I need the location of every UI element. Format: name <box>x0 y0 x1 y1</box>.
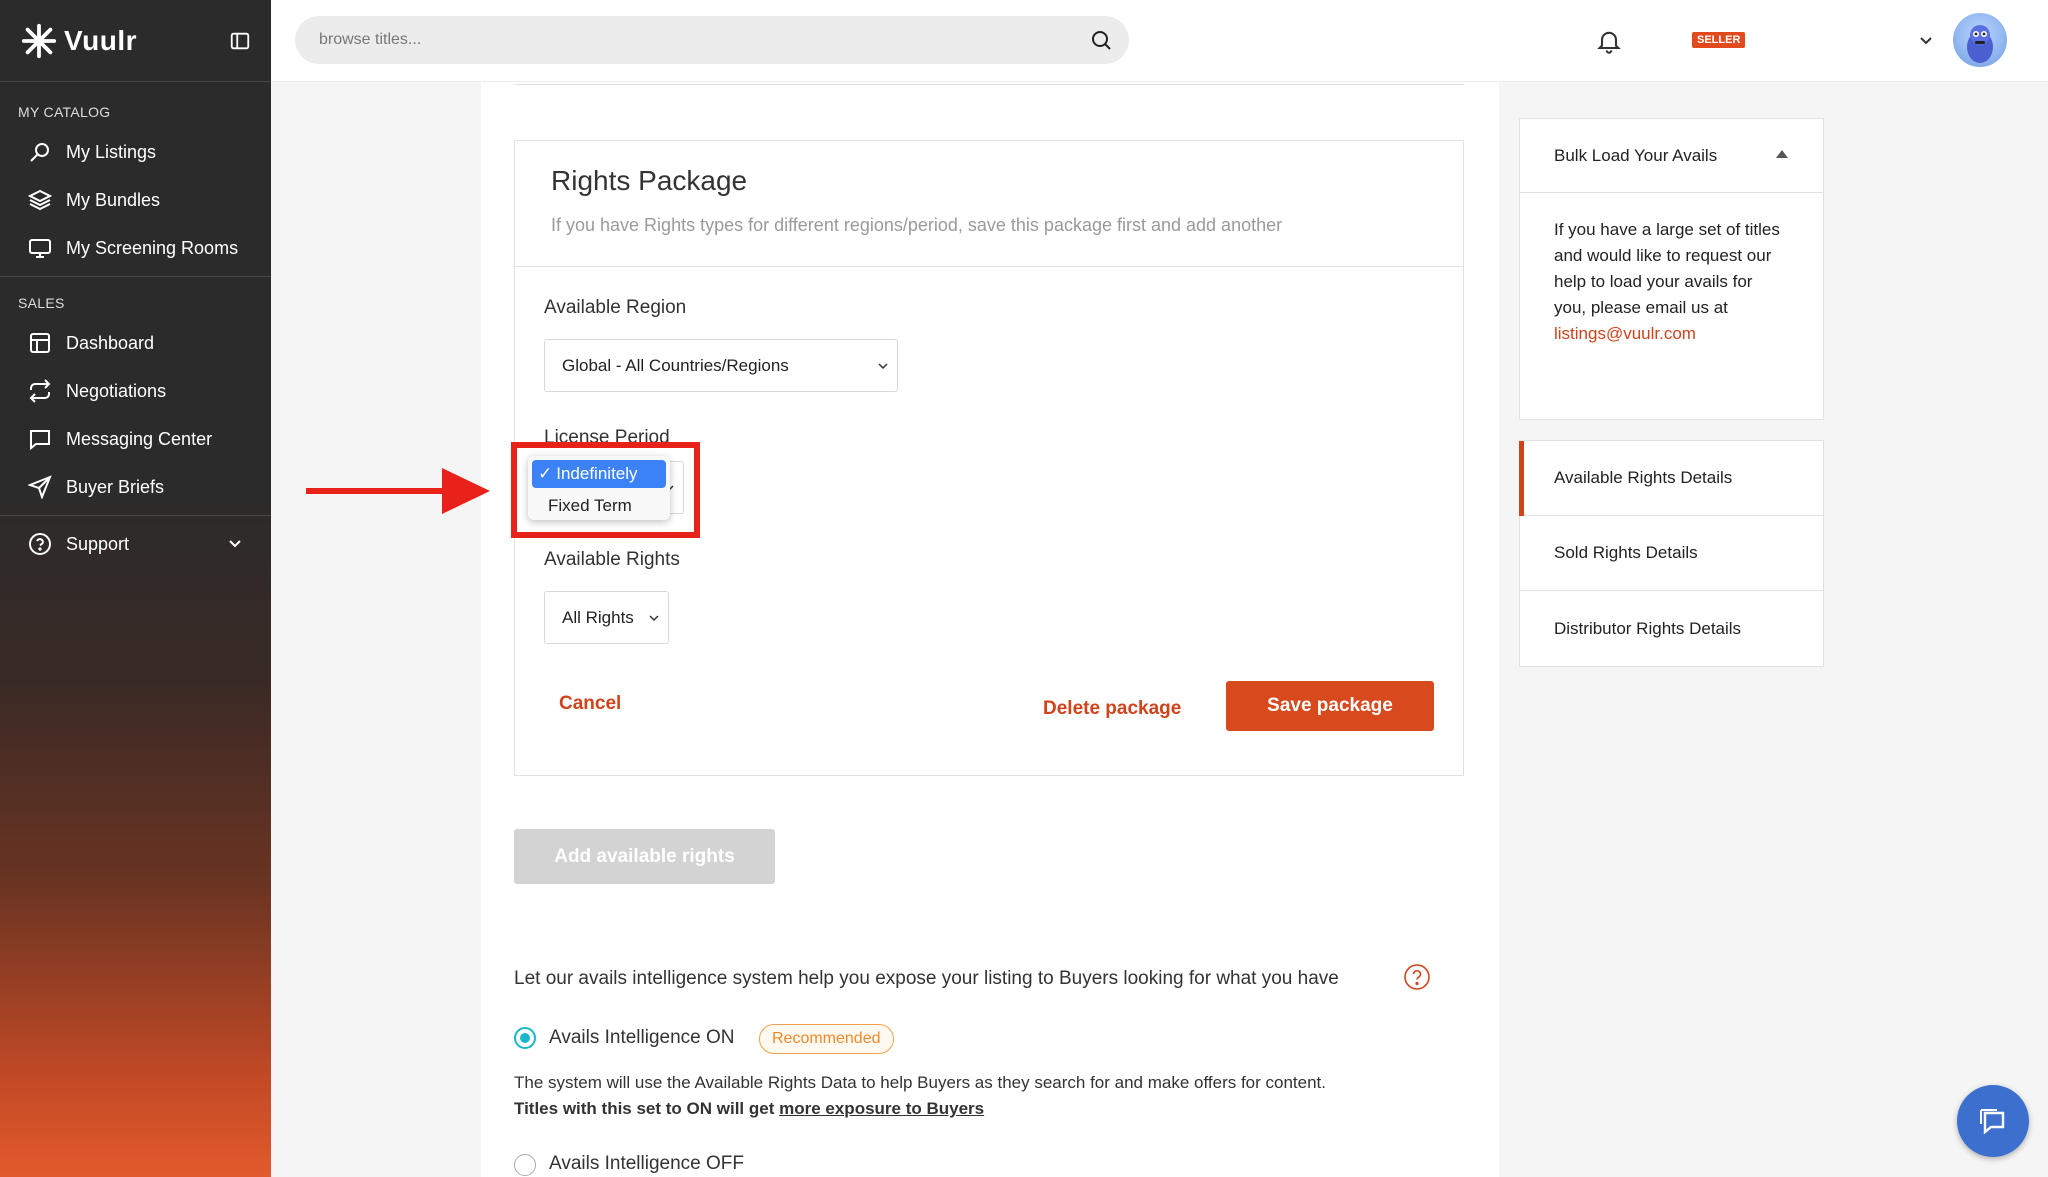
section-label-catalog: MY CATALOG <box>18 104 111 120</box>
monster-avatar-icon <box>1967 25 1993 63</box>
sidebar-item-my-bundles[interactable]: My Bundles <box>0 176 271 224</box>
rights-label: Available Rights <box>544 549 680 570</box>
chevron-down-icon <box>649 615 659 622</box>
nav-divider <box>0 515 271 516</box>
more-exposure-link[interactable]: more exposure to Buyers <box>779 1099 984 1118</box>
region-select-value: Global - All Countries/Regions <box>562 355 789 375</box>
bulk-load-body: If you have a large set of titles and wo… <box>1520 193 1823 371</box>
rights-select[interactable]: All Rights <box>544 591 669 644</box>
sidebar-item-label: My Screening Rooms <box>66 237 239 258</box>
brand-name: Vuulr <box>64 24 138 56</box>
avatar[interactable] <box>1953 13 2007 67</box>
bell-icon[interactable] <box>1595 27 1623 55</box>
help-icon[interactable] <box>1403 963 1431 991</box>
nav-divider <box>0 276 271 277</box>
recommended-badge: Recommended <box>759 1024 894 1054</box>
send-icon <box>28 475 52 499</box>
sidebar-item-buyer-briefs[interactable]: Buyer Briefs <box>0 463 271 511</box>
chat-button[interactable] <box>1957 1085 2029 1157</box>
avails-off-label: Avails Intelligence OFF <box>549 1153 745 1174</box>
card-subtitle: If you have Rights types for different r… <box>551 215 1283 235</box>
sidebar: Vuulr MY CATALOG My Listings My Bundles … <box>0 0 271 1177</box>
chevron-down-icon <box>878 363 888 370</box>
avails-off-radio[interactable] <box>514 1154 536 1176</box>
dashboard-icon <box>30 333 50 353</box>
sidebar-item-negotiations[interactable]: Negotiations <box>0 367 271 415</box>
bulk-load-panel: Bulk Load Your Avails If you have a larg… <box>1519 118 1824 420</box>
monitor-icon <box>29 239 51 258</box>
search-icon[interactable] <box>1089 28 1113 52</box>
search-input[interactable] <box>295 16 1055 64</box>
avails-description-bold: Titles with this set to ON will get more… <box>514 1099 984 1119</box>
bulk-load-header[interactable]: Bulk Load Your Avails <box>1520 119 1823 193</box>
card-header: Rights Package If you have Rights types … <box>515 141 1463 267</box>
chevron-down-icon[interactable] <box>1918 33 1934 49</box>
previous-card-edge <box>514 82 1464 85</box>
sidebar-item-label: Negotiations <box>66 380 167 401</box>
search-icon <box>30 143 49 162</box>
sidebar-item-label: My Bundles <box>66 189 161 210</box>
caret-up-icon <box>1776 150 1788 158</box>
help-circle-icon <box>29 533 51 555</box>
sidebar-toggle-icon[interactable] <box>229 30 251 52</box>
sidebar-item-label: Buyer Briefs <box>66 476 165 497</box>
desc-prefix: Titles with this set to ON will get <box>514 1099 780 1118</box>
nav-sold-rights-details[interactable]: Sold Rights Details <box>1520 516 1823 591</box>
search-bar <box>295 16 1129 64</box>
layers-icon <box>28 189 52 211</box>
bulk-load-title: Bulk Load Your Avails <box>1554 145 1718 165</box>
sidebar-item-label: Messaging Center <box>66 428 213 449</box>
region-label: Available Region <box>544 297 687 318</box>
region-select[interactable]: Global - All Countries/Regions <box>544 339 898 392</box>
bulk-load-text: If you have a large set of titles and wo… <box>1554 220 1780 317</box>
section-label-sales: SALES <box>18 295 65 311</box>
sidebar-item-label: Dashboard <box>66 332 155 353</box>
sidebar-item-messaging-center[interactable]: Messaging Center <box>0 415 271 463</box>
rights-details-nav: Available Rights Details Sold Rights Det… <box>1519 440 1824 667</box>
card-title: Rights Package <box>551 165 748 196</box>
avails-prompt: Let our avails intelligence system help … <box>514 968 1339 989</box>
sidebar-item-support[interactable]: Support <box>0 520 271 568</box>
rights-select-value: All Rights <box>562 607 634 627</box>
repeat-icon <box>29 379 51 403</box>
brand-bar: Vuulr <box>0 0 271 82</box>
sidebar-item-my-screening-rooms[interactable]: My Screening Rooms <box>0 224 271 272</box>
cancel-button[interactable]: Cancel <box>559 693 621 715</box>
avails-description: The system will use the Available Rights… <box>514 1073 1327 1092</box>
top-header: SELLER <box>271 0 2048 82</box>
sidebar-item-dashboard[interactable]: Dashboard <box>0 319 271 367</box>
nav-available-rights-details[interactable]: Available Rights Details <box>1519 441 1823 516</box>
annotation-arrow-icon <box>306 468 490 514</box>
add-available-rights-button[interactable]: Add available rights <box>514 829 775 884</box>
avails-on-radio[interactable] <box>514 1027 536 1049</box>
sidebar-item-my-listings[interactable]: My Listings <box>0 128 271 176</box>
sidebar-item-label: Support <box>66 533 130 554</box>
bulk-load-email-link[interactable]: listings@vuulr.com <box>1554 321 1789 347</box>
delete-package-button[interactable]: Delete package <box>1043 698 1181 720</box>
annotation-highlight-box <box>511 442 700 538</box>
nav-distributor-rights-details[interactable]: Distributor Rights Details <box>1520 591 1823 666</box>
asterisk-logo-icon <box>21 23 57 58</box>
chat-icon <box>1980 1109 2005 1135</box>
seller-badge: SELLER <box>1692 32 1746 48</box>
sidebar-item-label: My Listings <box>66 141 157 162</box>
save-package-button[interactable]: Save package <box>1226 681 1434 731</box>
message-icon <box>30 430 50 451</box>
avails-on-label: Avails Intelligence ON <box>549 1027 735 1048</box>
chevron-down-icon <box>229 540 241 548</box>
